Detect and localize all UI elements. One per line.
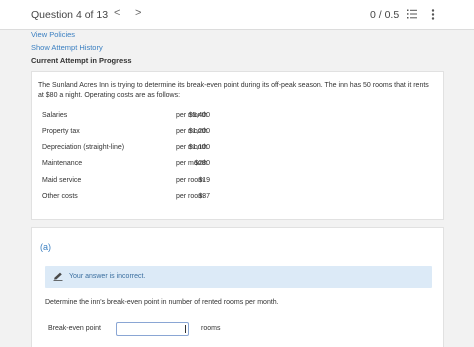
part-a-card: (a) Your answer is incorrect. Determine …: [31, 227, 444, 347]
cost-period: per month: [176, 144, 208, 151]
problem-card: The Sunland Acres Inn is trying to deter…: [31, 71, 444, 220]
cost-label: Maid service: [42, 177, 82, 184]
part-label: (a): [40, 242, 51, 252]
question-counter: Question 4 of 13: [31, 9, 109, 21]
previous-question-button[interactable]: <: [114, 7, 120, 19]
top-bar: Question 4 of 13 < > 0 / 0.5: [0, 0, 474, 30]
cost-label: Other costs: [42, 193, 78, 200]
cost-row: Property tax $1,200 per month: [42, 128, 242, 138]
cost-row: Depreciation (straight-line) $1,100 per …: [42, 144, 242, 154]
feedback-banner: Your answer is incorrect.: [45, 266, 432, 288]
cost-row: Other costs $37 per room: [42, 193, 242, 203]
list-icon[interactable]: [407, 9, 417, 19]
pencil-icon: [53, 272, 63, 281]
answer-label: Break-even point: [48, 325, 101, 332]
cost-row: Maintenance $280 per month: [42, 160, 242, 170]
break-even-input[interactable]: [116, 322, 189, 336]
problem-prompt: The Sunland Acres Inn is trying to deter…: [38, 82, 429, 99]
score-display: 0 / 0.5: [370, 9, 400, 21]
cost-period: per month: [176, 160, 208, 167]
next-question-button[interactable]: >: [135, 7, 141, 19]
view-policies-link[interactable]: View Policies: [31, 30, 75, 39]
attempt-status: Current Attempt in Progress: [31, 56, 132, 65]
cost-label: Maintenance: [42, 160, 83, 167]
unit-label: rooms: [201, 325, 221, 332]
cost-period: per month: [176, 128, 208, 135]
cost-label: Salaries: [42, 112, 68, 119]
cost-period: per month: [176, 112, 208, 119]
cost-period: per room: [176, 177, 205, 184]
cost-row: Salaries $5,400 per month: [42, 112, 242, 122]
feedback-text: Your answer is incorrect.: [69, 273, 146, 280]
more-vertical-icon[interactable]: [431, 9, 435, 20]
part-question: Determine the inn's break-even point in …: [45, 299, 279, 306]
text-cursor: [185, 325, 186, 333]
cost-label: Depreciation (straight-line): [42, 144, 125, 151]
cost-label: Property tax: [42, 128, 80, 135]
cost-row: Maid service $19 per room: [42, 177, 242, 187]
show-attempt-history-link[interactable]: Show Attempt History: [31, 43, 103, 52]
cost-period: per room: [176, 193, 205, 200]
